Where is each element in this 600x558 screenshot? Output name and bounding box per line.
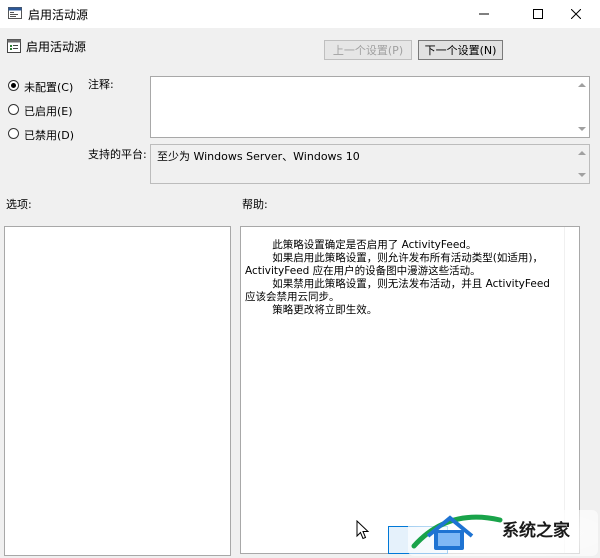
platform-label: 支持的平台: xyxy=(88,148,147,161)
help-text: 此策略设置确定是否启用了 ActivityFeed。 如果启用此策略设置，则允许… xyxy=(245,239,563,317)
minimize-icon xyxy=(479,13,489,15)
options-pane xyxy=(4,226,231,556)
scroll-down-arrow-icon[interactable] xyxy=(578,173,586,177)
radio-dot-checked xyxy=(8,80,19,91)
help-paragraph: 策略更改将立即生效。 xyxy=(272,304,378,316)
help-scrollbar[interactable] xyxy=(564,227,579,553)
help-paragraph: 此策略设置确定是否启用了 ActivityFeed。 xyxy=(272,239,477,251)
scroll-up-arrow-icon[interactable] xyxy=(578,151,586,155)
comment-textarea[interactable] xyxy=(150,76,590,138)
options-label: 选项: xyxy=(6,198,32,211)
scroll-up-arrow-icon[interactable] xyxy=(578,83,586,87)
minimize-button[interactable] xyxy=(462,0,508,28)
radio-label: 未配置(C) xyxy=(24,81,74,94)
platform-value: 至少为 Windows Server、Windows 10 xyxy=(157,150,360,163)
window-title: 启用活动源 xyxy=(28,8,89,22)
comment-label: 注释: xyxy=(88,78,114,91)
maximize-icon xyxy=(533,9,543,19)
scroll-down-arrow-icon[interactable] xyxy=(578,127,586,131)
close-button[interactable] xyxy=(554,0,600,28)
platform-field: 至少为 Windows Server、Windows 10 xyxy=(150,144,590,184)
previous-setting-button[interactable]: 上一个设置(P) xyxy=(324,40,412,60)
help-paragraph: 如果启用此策略设置，则允许发布所有活动类型(如适用)，ActivityFeed … xyxy=(245,252,543,277)
help-paragraph: 如果禁用此策略设置，则无法发布活动，并且 ActivityFeed 应该会禁用云… xyxy=(245,278,550,303)
title-bar: 启用活动源 xyxy=(0,0,600,28)
radio-label: 已禁用(D) xyxy=(24,129,75,142)
policy-setting-icon xyxy=(7,39,21,53)
mouse-cursor-icon xyxy=(356,520,370,540)
help-pane: 此策略设置确定是否启用了 ActivityFeed。 如果启用此策略设置，则允许… xyxy=(240,226,580,554)
policy-name: 启用活动源 xyxy=(26,40,87,54)
radio-label: 已启用(E) xyxy=(24,105,73,118)
next-setting-button[interactable]: 下一个设置(N) xyxy=(418,40,503,60)
comment-scrollbar[interactable] xyxy=(575,77,589,137)
radio-dot xyxy=(8,128,19,139)
radio-dot xyxy=(8,104,19,115)
close-icon xyxy=(571,9,581,19)
policy-editor-window: 启用活动源 启用活动源 上一个设置(P) 下一个设置(N) 未配置(C) 已启用… xyxy=(0,0,600,558)
watermark-text: 系统之家 xyxy=(502,521,570,541)
platform-scrollbar[interactable] xyxy=(575,145,589,183)
window-app-icon xyxy=(8,7,22,19)
help-label: 帮助: xyxy=(242,198,268,211)
